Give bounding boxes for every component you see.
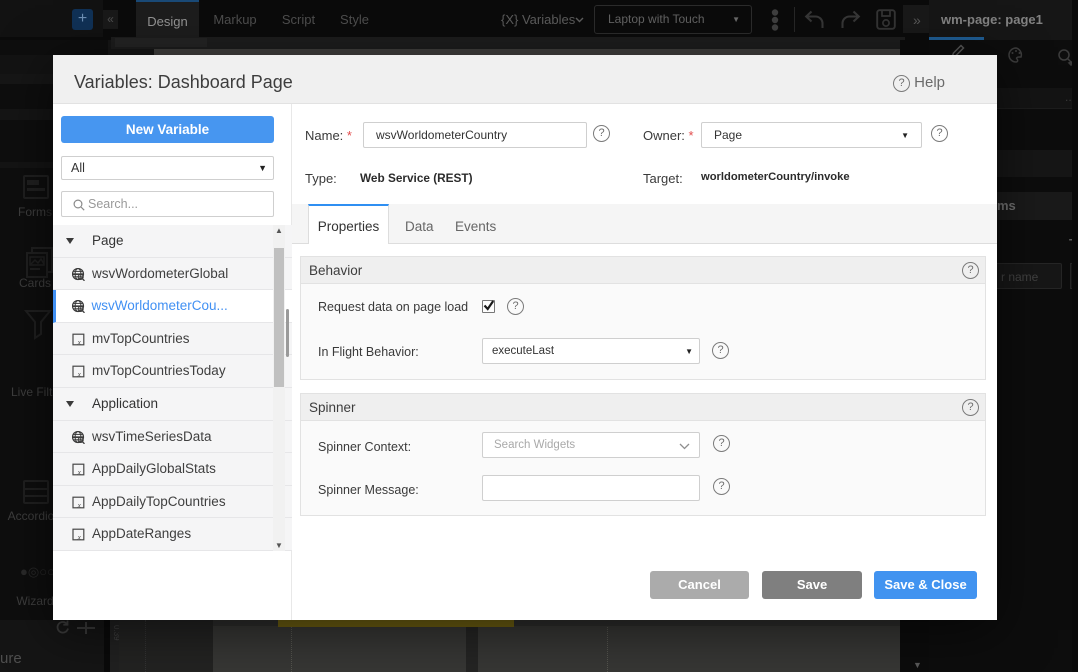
svg-text:x: x [77,533,82,542]
svg-text:x: x [77,337,82,346]
svg-text:x: x [77,467,82,476]
svg-text:x: x [77,370,82,379]
svg-text:x: x [77,500,82,509]
